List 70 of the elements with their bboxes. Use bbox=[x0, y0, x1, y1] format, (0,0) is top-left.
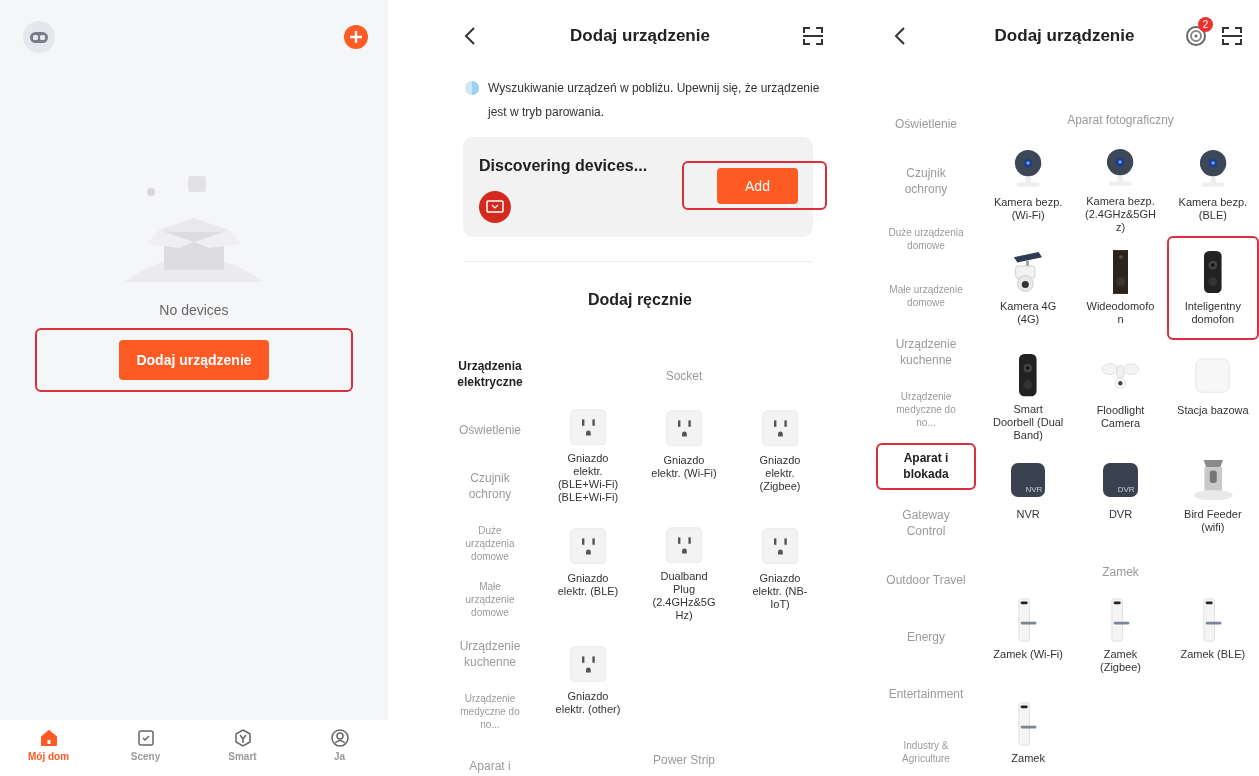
device-tile[interactable]: Gniazdo elektr. (BLE) bbox=[540, 506, 636, 624]
hexagon-icon bbox=[232, 728, 253, 748]
socket-icon bbox=[569, 645, 607, 683]
device-icon bbox=[479, 191, 511, 223]
device-tile[interactable]: Floodlight Camera bbox=[1074, 340, 1167, 444]
socket-icon bbox=[569, 408, 607, 446]
socket-icon bbox=[761, 409, 799, 447]
device-tile[interactable]: Dualband Plug (2.4GHz&5GHz) bbox=[636, 506, 732, 624]
device-tile[interactable]: Wideodomofon bbox=[1074, 236, 1167, 340]
intercom-icon bbox=[1112, 250, 1129, 294]
socket-icon bbox=[665, 409, 703, 447]
section-title: Dodaj ręcznie bbox=[588, 291, 692, 308]
category-item[interactable]: Aparat i blokada bbox=[876, 442, 976, 491]
section-heading: Zamek bbox=[1101, 564, 1140, 581]
section-heading: Socket bbox=[664, 368, 704, 385]
device-tile[interactable]: Bird Feeder (wifi) bbox=[1166, 444, 1259, 548]
device-tile[interactable]: Gniazdo elektr. (Wi-Fi) bbox=[636, 388, 732, 506]
device-tile[interactable]: Stacja bazowa bbox=[1166, 340, 1259, 444]
info-text: Wyszukiwanie urządzeń w pobliżu. Upewnij się, że urządzenie jest w tryb parowania. bbox=[488, 80, 820, 121]
device-tile[interactable]: Zamek bbox=[982, 688, 1075, 776]
camera-icon bbox=[1198, 148, 1227, 188]
device-tile[interactable]: Zamek (BLE) bbox=[1166, 584, 1259, 688]
screen-title: Dodaj urządzenie bbox=[570, 26, 710, 45]
category-item[interactable]: Urządzenia elektryczne bbox=[446, 351, 534, 399]
door-lock-icon bbox=[1018, 702, 1038, 746]
device-tile[interactable]: Kamera bezp. (2.4GHz&5GHz) bbox=[1074, 132, 1167, 236]
scan-icon[interactable] bbox=[802, 25, 824, 47]
device-tile[interactable]: Kamera 4G (4G) bbox=[982, 236, 1075, 340]
section-heading: Power Strip bbox=[652, 752, 716, 769]
door-lock-icon bbox=[1110, 598, 1131, 642]
socket-icon bbox=[569, 527, 607, 565]
back-icon[interactable] bbox=[464, 26, 476, 46]
socket-icon bbox=[665, 526, 703, 564]
scan-icon[interactable] bbox=[1221, 25, 1243, 47]
device-tile[interactable]: Zamek (Wi-Fi) bbox=[982, 584, 1075, 688]
device-tile[interactable]: Gniazdo elektr. (other) bbox=[540, 624, 636, 742]
doorbell-icon bbox=[1019, 354, 1037, 397]
model-label: NVR bbox=[1025, 486, 1043, 495]
camera-icon bbox=[1014, 148, 1043, 188]
checkbox-icon bbox=[135, 728, 156, 748]
add-icon[interactable] bbox=[344, 25, 368, 49]
avatar-icon[interactable] bbox=[22, 20, 56, 54]
screen-title: Dodaj urządzenie bbox=[994, 26, 1135, 45]
device-tile[interactable]: NVR NVR bbox=[982, 444, 1075, 548]
door-lock-icon bbox=[1018, 598, 1038, 642]
model-label: DVR bbox=[1117, 486, 1135, 495]
socket-icon bbox=[761, 527, 799, 565]
loading-icon bbox=[464, 80, 480, 96]
back-icon[interactable] bbox=[894, 26, 906, 46]
device-tile[interactable]: Gniazdo elektr. (BLE+Wi-Fi) (BLE+Wi-Fi) bbox=[540, 388, 636, 506]
floodlight-icon bbox=[1101, 362, 1140, 390]
device-tile[interactable]: DVR DVR bbox=[1074, 444, 1167, 548]
device-tile[interactable]: Kamera bezp. (Wi-Fi) bbox=[982, 132, 1075, 236]
profile-icon bbox=[329, 728, 350, 748]
camera-icon bbox=[1106, 148, 1135, 187]
house-icon bbox=[38, 728, 59, 748]
notification-badge: 2 bbox=[1198, 17, 1213, 32]
device-tile[interactable]: Gniazdo elektr. (NB-IoT) bbox=[732, 506, 828, 624]
section-heading: Aparat fotograficzny bbox=[1066, 112, 1175, 129]
door-lock-icon bbox=[1203, 598, 1223, 642]
empty-state-text: No devices bbox=[159, 302, 229, 318]
device-tile[interactable]: Zamek (Zigbee) bbox=[1074, 584, 1167, 688]
bird-feeder-icon bbox=[1192, 459, 1234, 501]
solar-camera-icon bbox=[1013, 251, 1044, 293]
device-tile[interactable]: Gniazdo elektr. (Zigbee) bbox=[732, 388, 828, 506]
device-tile[interactable]: Inteligentny domofon bbox=[1166, 236, 1259, 340]
discovery-title: Discovering devices... bbox=[479, 157, 648, 175]
device-tile[interactable]: Smart Doorbell (Dual Band) bbox=[982, 340, 1075, 444]
doorbell-icon bbox=[1204, 250, 1222, 294]
device-tile[interactable]: Kamera bezp. (BLE) bbox=[1166, 132, 1259, 236]
